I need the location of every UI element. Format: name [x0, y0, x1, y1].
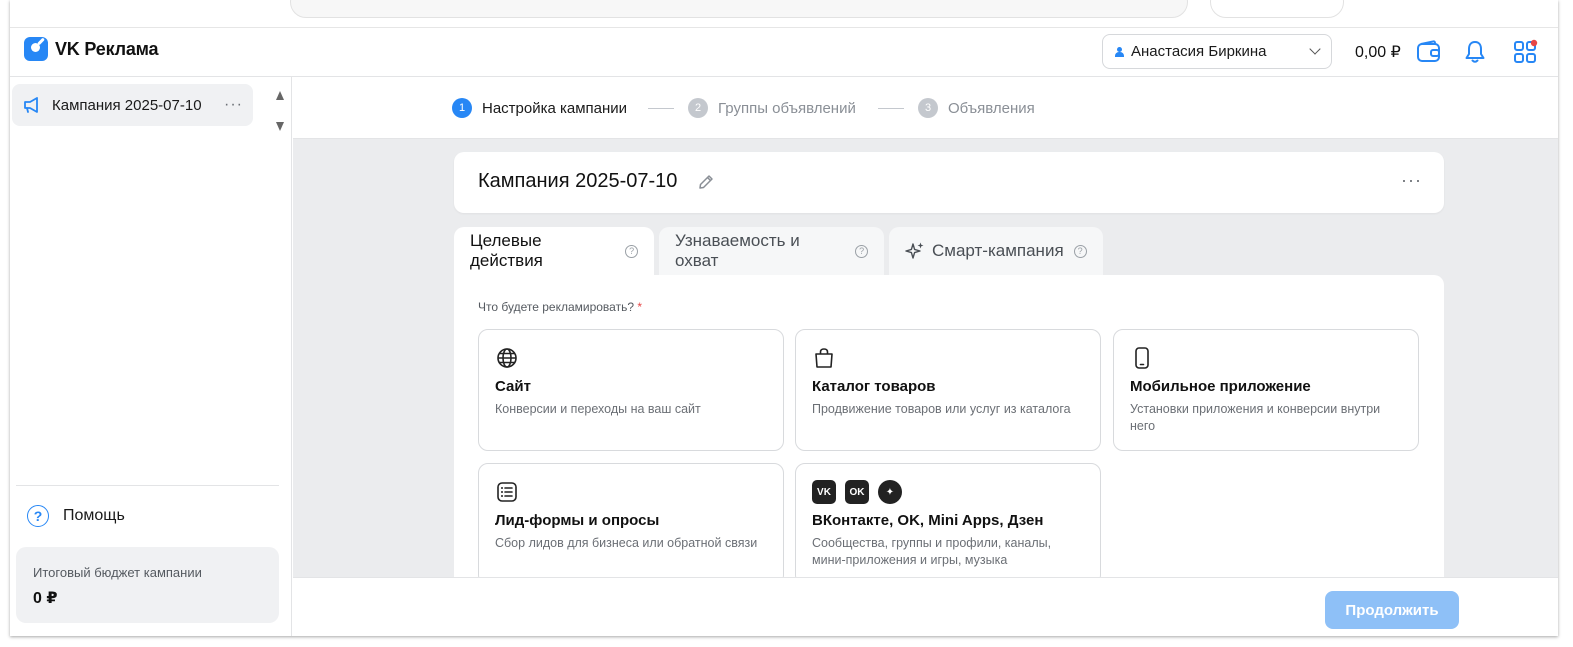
megaphone-icon: [24, 97, 38, 113]
tab-label: Смарт-кампания: [932, 241, 1064, 260]
question-text: Что будете рекламировать?: [478, 300, 635, 314]
question-icon[interactable]: ?: [1073, 244, 1087, 258]
tab-target-actions[interactable]: Целевые действия ?: [454, 227, 654, 275]
sparkle-icon: [905, 242, 924, 259]
step-label: Настройка кампании: [482, 99, 628, 117]
scroll-down-arrow-icon[interactable]: [276, 122, 284, 131]
bell-icon[interactable]: [1462, 39, 1488, 65]
vk-icon: VK: [812, 480, 836, 504]
option-mobile-app[interactable]: Мобильное приложение Установки приложени…: [1113, 329, 1419, 451]
tab-label: Целевые действия: [470, 231, 543, 270]
sidebar: Кампания 2025-07-10 ··· ? Помощь Итоговы…: [10, 77, 292, 636]
option-title: ВКонтакте, OK, Mini Apps, Дзен: [812, 512, 1044, 529]
divider: [16, 485, 279, 486]
form-icon: [497, 482, 517, 502]
footer-bar: Продолжить: [293, 577, 1558, 636]
browser-top-strip: [10, 0, 1558, 28]
globe-icon: [497, 348, 517, 368]
budget-label: Итоговый бюджет кампании: [33, 565, 202, 580]
app-window: VK Реклама Анастасия Биркина 0,00 ₽ Камп…: [10, 0, 1558, 636]
option-title: Сайт: [495, 378, 531, 395]
option-site[interactable]: Сайт Конверсии и переходы на ваш сайт: [478, 329, 784, 451]
phone-icon: [1135, 347, 1149, 369]
account-name: Анастасия Биркина: [1131, 43, 1267, 60]
stepper: 1 Настройка кампании 2 Группы объявлений…: [293, 77, 1558, 139]
option-description: Установки приложения и конверсии внутри …: [1130, 402, 1381, 433]
help-label: Помощь: [63, 507, 125, 524]
help-link[interactable]: ? Помощь: [27, 505, 125, 527]
option-vk-ok-miniapps-dzen[interactable]: VK OK ✦ ВКонтакте, OK, Mini Apps, Дзен С…: [795, 463, 1101, 585]
step-ads[interactable]: 3 Объявления: [918, 98, 1035, 118]
step-campaign-settings[interactable]: 1 Настройка кампании: [452, 98, 627, 118]
option-title: Каталог товаров: [812, 378, 936, 395]
account-selector[interactable]: Анастасия Биркина: [1102, 34, 1332, 69]
main-content: 1 Настройка кампании 2 Группы объявлений…: [293, 77, 1558, 636]
required-mark: *: [637, 300, 643, 314]
social-icons: VK OK ✦: [812, 480, 1084, 504]
option-title: Мобильное приложение: [1130, 378, 1311, 395]
tab-smart-campaign[interactable]: Смарт-кампания ?: [889, 227, 1103, 275]
pencil-icon[interactable]: [697, 173, 715, 191]
apps-grid-icon[interactable]: [1512, 39, 1538, 65]
question-icon[interactable]: ?: [625, 244, 638, 258]
budget-value: 0 ₽: [33, 590, 58, 607]
option-description: Продвижение товаров или услуг из каталог…: [812, 402, 1071, 416]
option-description: Конверсии и переходы на ваш сайт: [495, 402, 701, 416]
step-number: 1: [452, 98, 472, 118]
wallet-icon[interactable]: [1416, 39, 1442, 65]
chevron-down-icon: [1309, 43, 1321, 55]
brand-name: VK Реклама: [55, 38, 159, 59]
address-bar[interactable]: [290, 0, 1188, 18]
campaign-name: Кампания 2025-07-10: [52, 96, 202, 114]
budget-summary: Итоговый бюджет кампании 0 ₽: [16, 547, 279, 623]
person-icon: [1115, 46, 1124, 57]
bag-icon: [815, 348, 833, 368]
scroll-up-arrow-icon[interactable]: [276, 91, 284, 100]
step-connector: [648, 108, 674, 109]
option-catalog[interactable]: Каталог товаров Продвижение товаров или …: [795, 329, 1101, 451]
step-connector: [878, 108, 904, 109]
campaign-title-card: Кампания 2025-07-10 ···: [454, 152, 1444, 213]
brand-logo[interactable]: VK Реклама: [24, 37, 159, 61]
option-title: Лид-формы и опросы: [495, 512, 660, 529]
campaign-title: Кампания 2025-07-10: [478, 170, 678, 192]
vk-ads-logo-icon: [24, 37, 48, 61]
dzen-icon: ✦: [878, 480, 902, 504]
question-icon[interactable]: ?: [855, 244, 868, 258]
objective-panel: Что будете рекламировать? * Сайт Конверс…: [454, 275, 1444, 585]
option-description: Сбор лидов для бизнеса или обратной связ…: [495, 536, 758, 550]
browser-button[interactable]: [1210, 0, 1344, 18]
tab-label: Узнаваемость и охват: [675, 231, 800, 270]
question-label: Что будете рекламировать? *: [478, 300, 642, 314]
tab-awareness-reach[interactable]: Узнаваемость и охват ?: [659, 227, 884, 275]
continue-button[interactable]: Продолжить: [1325, 591, 1459, 629]
step-number: 3: [918, 98, 938, 118]
step-label: Группы объявлений: [718, 99, 856, 117]
step-ad-groups[interactable]: 2 Группы объявлений: [688, 98, 856, 118]
more-icon[interactable]: ···: [224, 96, 243, 114]
step-label: Объявления: [948, 99, 1035, 117]
app-header: VK Реклама Анастасия Биркина 0,00 ₽: [10, 28, 1558, 77]
more-icon[interactable]: ···: [1401, 170, 1422, 191]
option-lead-forms[interactable]: Лид-формы и опросы Сбор лидов для бизнес…: [478, 463, 784, 585]
step-number: 2: [688, 98, 708, 118]
balance-amount[interactable]: 0,00 ₽: [1355, 42, 1401, 62]
option-description: Сообщества, группы и профили, каналы, ми…: [812, 536, 1052, 567]
help-icon: ?: [27, 505, 49, 527]
ok-icon: OK: [845, 480, 869, 504]
sidebar-item-campaign[interactable]: Кампания 2025-07-10 ···: [12, 84, 253, 126]
